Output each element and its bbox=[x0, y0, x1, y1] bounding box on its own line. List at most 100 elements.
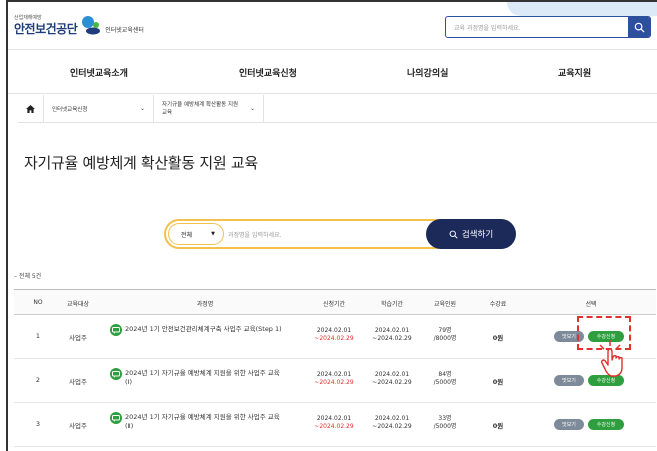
main-nav: 인터넷교육소개 인터넷교육신청 나의강의실 교육지원 bbox=[8, 52, 657, 94]
apply-period: 2024.02.01 ~2024.02.29 bbox=[314, 327, 353, 343]
row-no: 3 bbox=[35, 420, 41, 428]
header-search-input[interactable]: 교육 과정명을 입력하세요. bbox=[446, 23, 628, 32]
study-end: ~2024.02.29 bbox=[372, 379, 412, 386]
minus-icon: – bbox=[14, 273, 17, 280]
apply-period: 2024.02.01 ~2024.02.29 bbox=[314, 371, 353, 387]
header-search-button[interactable] bbox=[628, 17, 650, 37]
course-link[interactable]: 2024년 1기 자기규율 예방체계 지원을 위한 사업주 교육 (Ⅱ) bbox=[110, 412, 300, 431]
study-start: 2024.02.01 bbox=[374, 371, 410, 378]
search-submit-label: 검색하기 bbox=[461, 230, 494, 240]
row-no: 2 bbox=[35, 376, 41, 384]
breadcrumb-level2[interactable]: 자기규율 예방체계 확산활동 지원 교육 ⌄ bbox=[154, 94, 264, 123]
apply-end: ~2024.02.29 bbox=[314, 423, 354, 430]
caret-down-icon: ▼ bbox=[211, 231, 215, 237]
study-start: 2024.02.01 bbox=[374, 327, 410, 334]
page-title: 자기규율 예방체계 확산활동 지원 교육 bbox=[24, 154, 258, 172]
course-title: 2024년 1기 안전보건관리체계구축 사업주 교육(Step 1) bbox=[125, 325, 282, 334]
result-count-text: 전체 5건 bbox=[18, 273, 42, 280]
nav-item-my-classroom[interactable]: 나의강의실 bbox=[407, 66, 448, 79]
capacity: 33명/5000명 bbox=[434, 415, 457, 431]
browser-page: 산업재해예방 안전보건공단 인터넷교육센터 교육 과정명을 입력하세요. 인터넷… bbox=[6, 0, 657, 451]
chevron-down-icon: ⌄ bbox=[249, 104, 255, 112]
row-target: 사업주 bbox=[69, 378, 87, 386]
capacity-now: 33명 bbox=[438, 415, 452, 422]
category-select-value: 전체 bbox=[181, 231, 193, 239]
fee: 0원 bbox=[492, 334, 504, 342]
study-end: ~2024.02.29 bbox=[372, 335, 412, 342]
logo-mark-icon bbox=[82, 16, 101, 35]
breadcrumb-level1-label: 인터넷교육신청 bbox=[52, 106, 88, 113]
course-title-line1: 2024년 1기 자기규율 예방체계 지원을 위한 사업주 교육 bbox=[125, 369, 280, 377]
study-end: ~2024.02.29 bbox=[372, 423, 412, 430]
search-icon bbox=[634, 22, 645, 33]
row-no: 1 bbox=[35, 332, 41, 340]
course-title: 2024년 1기 자기규율 예방체계 지원을 위한 사업주 교육 (Ⅱ) bbox=[125, 413, 280, 431]
row-target: 사업주 bbox=[69, 422, 87, 430]
apply-period: 2024.02.01 ~2024.02.29 bbox=[314, 415, 353, 431]
study-period: 2024.02.01 ~2024.02.29 bbox=[372, 371, 411, 387]
study-start: 2024.02.01 bbox=[374, 415, 410, 422]
col-select: 선택 bbox=[585, 301, 597, 308]
search-submit-button[interactable]: 검색하기 bbox=[426, 219, 516, 249]
col-capacity: 교육인원 bbox=[433, 301, 457, 308]
search-icon bbox=[449, 230, 458, 239]
home-icon bbox=[26, 104, 35, 113]
breadcrumb-level2-line1: 자기규율 예방체계 확산활동 지원 bbox=[162, 101, 239, 108]
capacity-max: /5000명 bbox=[433, 379, 457, 386]
result-count: – 전체 5건 bbox=[14, 271, 41, 280]
capacity-now: 79명 bbox=[438, 327, 452, 334]
course-table: NO 교육대상 과정명 신청기간 학습기간 교육인원 수강료 선택 1 사업주 … bbox=[14, 289, 656, 447]
study-period: 2024.02.01 ~2024.02.29 bbox=[372, 327, 411, 343]
capacity-max: /8000명 bbox=[433, 335, 457, 342]
course-search: 전체 ▼ 과정명을 입력하세요. 검색하기 bbox=[164, 219, 516, 249]
table-header: NO 교육대상 과정명 신청기간 학습기간 교육인원 수강료 선택 bbox=[14, 289, 656, 315]
course-link[interactable]: 2024년 1기 자기규율 예방체계 지원을 위한 사업주 교육 (Ⅰ) bbox=[110, 368, 300, 387]
col-apply-period: 신청기간 bbox=[322, 301, 346, 308]
table-row: 2 사업주 2024년 1기 자기규율 예방체계 지원을 위한 사업주 교육 (Ⅰ… bbox=[14, 359, 656, 403]
preview-button[interactable]: 맛보기 bbox=[554, 419, 584, 430]
enroll-button[interactable]: 수강신청 bbox=[588, 419, 624, 430]
logo-small-text: 산업재해예방 bbox=[14, 15, 42, 21]
row-target: 사업주 bbox=[69, 334, 87, 342]
breadcrumb: 인터넷교육신청 ⌄ 자기규율 예방체계 확산활동 지원 교육 ⌄ bbox=[18, 94, 657, 123]
chat-icon bbox=[110, 368, 122, 380]
course-search-input[interactable]: 과정명을 입력하세요. bbox=[228, 230, 282, 239]
breadcrumb-level2-line2: 교육 bbox=[162, 109, 173, 116]
course-title-line1: 2024년 1기 안전보건관리체계구축 사업주 교육(Step 1) bbox=[125, 325, 282, 333]
chat-icon bbox=[110, 324, 122, 336]
nav-item-intro[interactable]: 인터넷교육소개 bbox=[70, 66, 128, 79]
category-select[interactable]: 전체 ▼ bbox=[168, 223, 224, 245]
logo-main-text: 안전보건공단 bbox=[14, 22, 78, 36]
course-link[interactable]: 2024년 1기 안전보건관리체계구축 사업주 교육(Step 1) bbox=[110, 324, 300, 336]
chevron-down-icon: ⌄ bbox=[139, 105, 145, 112]
fee: 0원 bbox=[492, 378, 504, 386]
apply-start: 2024.02.01 bbox=[316, 371, 352, 378]
course-title-line2: (Ⅱ) bbox=[125, 422, 134, 430]
nav-item-apply[interactable]: 인터넷교육신청 bbox=[239, 66, 297, 79]
logo-text: 산업재해예방 안전보건공단 bbox=[14, 15, 78, 36]
capacity-now: 84명 bbox=[438, 371, 452, 378]
table-row: 1 사업주 2024년 1기 안전보건관리체계구축 사업주 교육(Step 1)… bbox=[14, 315, 656, 359]
apply-start: 2024.02.01 bbox=[316, 415, 352, 422]
site-logo[interactable]: 산업재해예방 안전보건공단 인터넷교육센터 bbox=[14, 14, 144, 36]
header: 산업재해예방 안전보건공단 인터넷교육센터 교육 과정명을 입력하세요. bbox=[8, 2, 657, 50]
hand-cursor-icon bbox=[599, 340, 623, 377]
header-search: 교육 과정명을 입력하세요. bbox=[445, 16, 651, 38]
logo-sub-text: 인터넷교육센터 bbox=[105, 27, 144, 34]
breadcrumb-level2-label: 자기규율 예방체계 확산활동 지원 교육 bbox=[162, 101, 238, 117]
nav-item-support[interactable]: 교육지원 bbox=[558, 66, 591, 79]
col-target: 교육대상 bbox=[66, 301, 90, 308]
col-no: NO bbox=[33, 299, 43, 306]
breadcrumb-level1[interactable]: 인터넷교육신청 ⌄ bbox=[44, 94, 154, 123]
study-period: 2024.02.01 ~2024.02.29 bbox=[372, 415, 411, 431]
col-fee: 수강료 bbox=[489, 301, 507, 308]
preview-button[interactable]: 맛보기 bbox=[554, 375, 584, 386]
table-row: 3 사업주 2024년 1기 자기규율 예방체계 지원을 위한 사업주 교육 (Ⅱ… bbox=[14, 403, 656, 447]
fee: 0원 bbox=[492, 422, 504, 430]
col-course: 과정명 bbox=[196, 301, 214, 308]
apply-start: 2024.02.01 bbox=[316, 327, 352, 334]
chat-icon bbox=[110, 412, 122, 424]
course-title-line2: (Ⅰ) bbox=[125, 378, 132, 386]
course-title-line1: 2024년 1기 자기규율 예방체계 지원을 위한 사업주 교육 bbox=[125, 413, 280, 421]
breadcrumb-home[interactable] bbox=[18, 94, 44, 123]
